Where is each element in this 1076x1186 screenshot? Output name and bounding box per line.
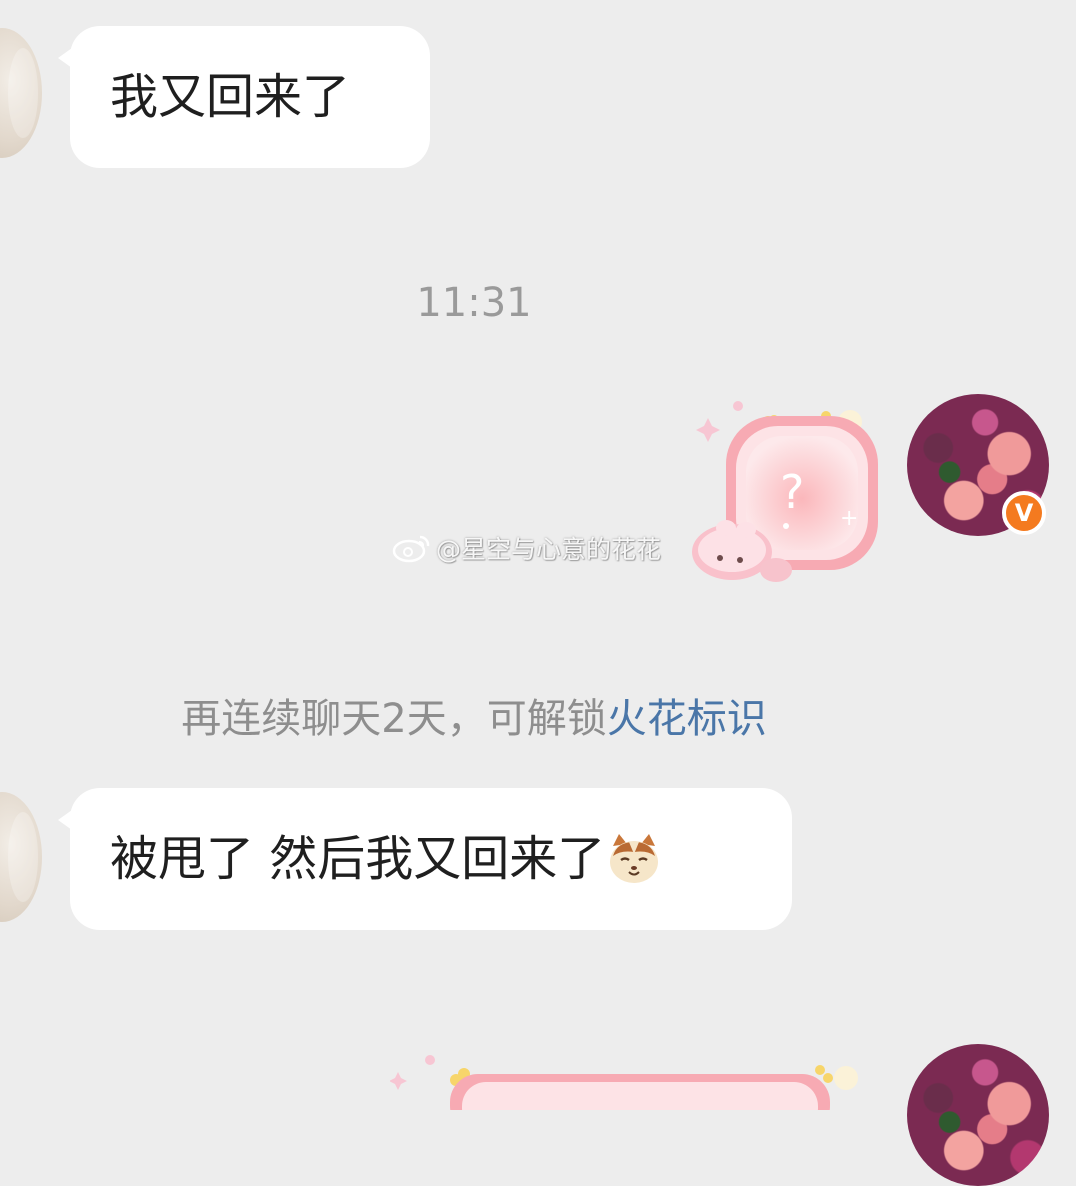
system-notice-text: 再连续聊天2天，可解锁 [181,696,607,742]
bubble-tail [58,48,72,68]
pink-bubble-question-sticker[interactable] [390,1050,870,1110]
system-notice: 再连续聊天2天，可解锁火花标识 [0,686,948,744]
message-text: 被甩了 然后我又回来了 [110,831,606,887]
v-badge-icon: V [1002,491,1046,535]
watermark-text: @星空与心意的花花 [436,535,662,564]
message-text: 我又回来了 [110,69,351,125]
spark-badge-link[interactable]: 火花标识 [607,696,767,742]
message-timestamp: 11:31 [416,280,532,326]
svg-text:+: + [840,506,858,531]
pink-bubble-question-sticker[interactable]: ? + [690,400,890,600]
svg-text:?: ? [780,465,804,519]
contact-avatar[interactable] [0,792,42,922]
bubble-tail [58,810,72,830]
user-avatar[interactable] [907,1044,1049,1186]
watermark: @星空与心意的花花 [392,530,661,566]
contact-avatar[interactable] [0,28,42,158]
message-bubble[interactable]: 我又回来了 [58,26,430,168]
message-bubble[interactable]: 被甩了 然后我又回来了 [58,788,792,930]
weibo-icon [392,535,430,563]
cat-face-emoji [610,834,659,883]
